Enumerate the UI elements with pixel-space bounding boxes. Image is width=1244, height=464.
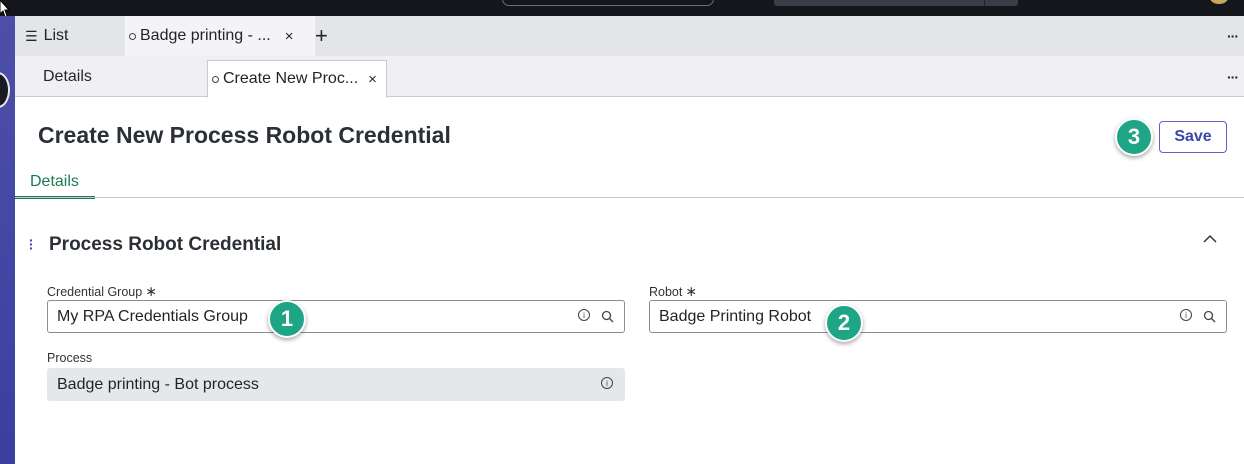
tab-badge-printing[interactable]: Badge printing - ... × [125,16,315,56]
top-search-pill[interactable] [502,0,714,6]
top-more-button[interactable]: ··· [1227,16,1239,56]
more-icon: ··· [1227,68,1239,85]
divider [15,197,1244,198]
info-icon[interactable]: i [1180,309,1192,321]
required-marker: ∗ [145,283,157,299]
sub-more-button[interactable]: ··· [1227,56,1239,97]
robot-value: Badge Printing Robot [659,307,812,325]
chevron-up-icon[interactable] [1202,234,1218,244]
robot-field[interactable]: Badge Printing Robot i [649,300,1227,333]
tab-details-label: Details [43,67,92,85]
tab-list[interactable]: ☰ List [25,16,68,56]
tab-create-label: Create New Proc... [223,70,359,87]
plus-icon: + [315,23,328,48]
robot-label: Robot ∗ [649,283,697,300]
credential-group-value: My RPA Credentials Group [57,307,248,325]
circle-icon [129,32,136,40]
tab-details[interactable]: Details [43,56,92,97]
search-icon[interactable] [601,310,614,323]
credential-group-label: Credential Group ∗ [47,283,157,300]
annotation-marker-3: 3 [1115,118,1153,156]
rail-avatar[interactable] [0,72,10,108]
page-title: Create New Process Robot Credential [38,122,451,148]
process-label: Process [47,351,93,365]
process-field: Badge printing - Bot process i [47,368,625,401]
add-tab-button[interactable]: + [315,16,328,56]
credential-group-field[interactable]: My RPA Credentials Group i [47,300,625,333]
annotation-marker-2: 2 [825,304,863,342]
top-toolbar-pill[interactable] [774,0,1018,6]
user-avatar[interactable] [1210,0,1228,4]
subtab-details[interactable]: Details [15,166,95,199]
drag-handle-icon[interactable]: · · · [29,233,34,255]
info-icon[interactable]: i [578,309,590,321]
search-icon[interactable] [1203,310,1216,323]
robot-label-text: Robot [649,285,683,299]
left-nav-rail [0,16,15,464]
required-marker: ∗ [685,283,698,299]
section-title: Process Robot Credential [49,234,282,255]
os-top-bar [0,0,1244,16]
top-tab-bar: ☰ List Badge printing - ... × + ··· [15,16,1244,56]
list-icon: ☰ [25,27,38,44]
close-icon[interactable]: × [368,71,377,88]
circle-icon [212,75,219,83]
annotation-marker-1: 1 [268,300,306,338]
process-value: Badge printing - Bot process [57,375,259,393]
credential-group-label-text: Credential Group [47,285,143,299]
info-icon[interactable]: i [601,377,613,389]
tab-list-label: List [43,27,69,44]
tab-badge-label: Badge printing - ... [140,27,271,44]
close-icon[interactable]: × [285,28,294,45]
save-button[interactable]: Save [1159,121,1227,153]
sub-tab-bar: Details Create New Proc... × ··· [15,56,1244,98]
more-icon: ··· [1227,28,1239,44]
tab-create-new-process[interactable]: Create New Proc... × [207,60,387,98]
